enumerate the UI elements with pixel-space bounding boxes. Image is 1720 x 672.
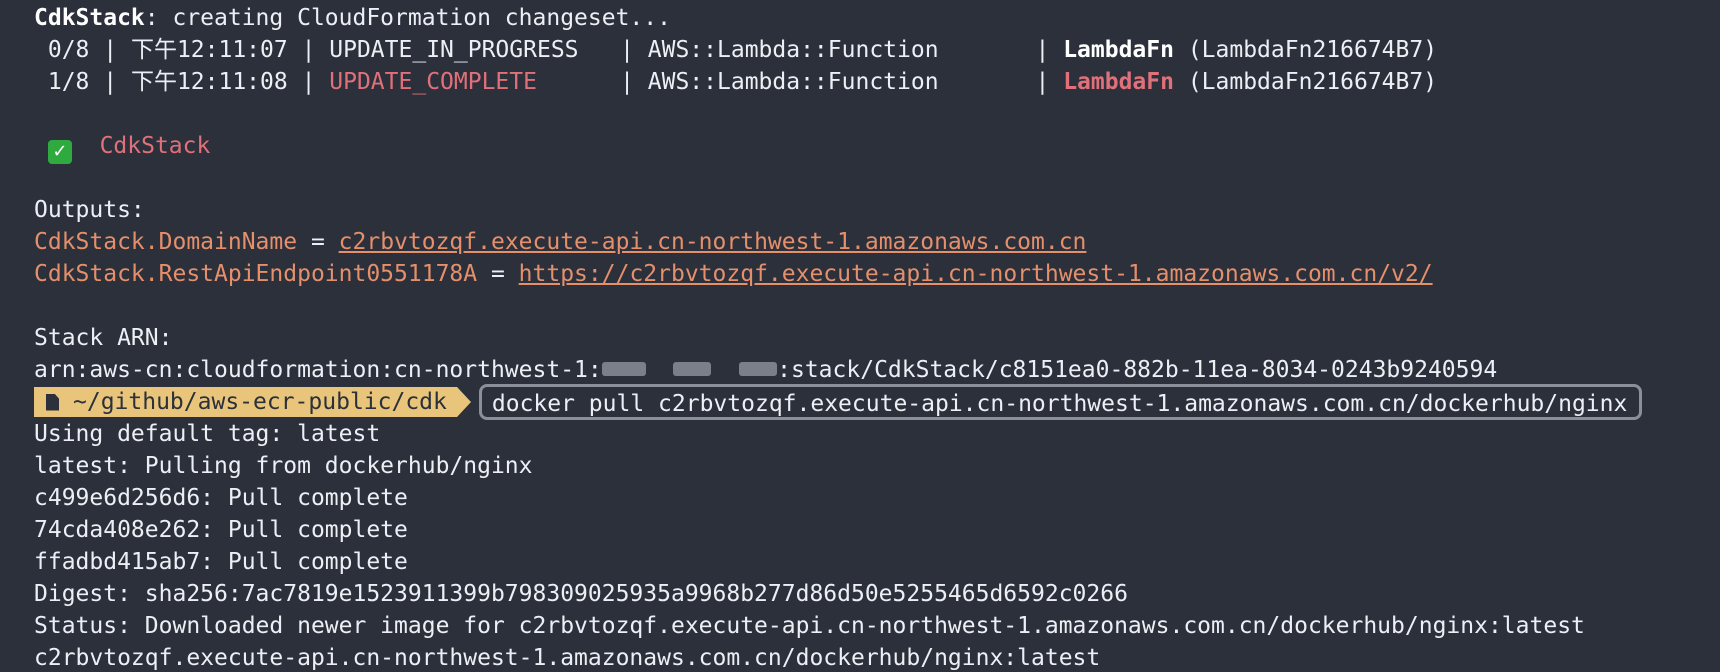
event-status: UPDATE_COMPLETE bbox=[329, 69, 607, 95]
redacted-account-id bbox=[601, 362, 646, 376]
output-row: CdkStack.DomainName = c2rbvtozqf.execute… bbox=[34, 226, 1720, 258]
output-equals: = bbox=[477, 261, 519, 287]
event-logical-id: LambdaFn bbox=[1063, 69, 1174, 95]
prompt-arrow-icon bbox=[456, 387, 471, 417]
docker-output-line: Status: Downloaded newer image for c2rbv… bbox=[34, 613, 1585, 639]
redacted-account-id bbox=[739, 362, 778, 376]
event-time: 下午12:11:07 bbox=[130, 37, 288, 63]
output-row: CdkStack.RestApiEndpoint0551178A = https… bbox=[34, 258, 1720, 290]
output-key: .DomainName bbox=[144, 229, 298, 255]
event-resource-type: AWS::Lambda::Function bbox=[647, 69, 1022, 95]
output-equals: = bbox=[297, 229, 339, 255]
event-time: 下午12:11:08 bbox=[130, 69, 288, 95]
deploy-result-line: ✓ CdkStack bbox=[34, 130, 1720, 164]
file-icon bbox=[46, 393, 59, 411]
arn-suffix: :stack/CdkStack/c8151ea0-882b-11ea-8034-… bbox=[777, 357, 1498, 383]
event-progress: 0/8 bbox=[34, 37, 90, 63]
shell-prompt: ~/github/aws-ecr-public/cdk docker pull … bbox=[34, 384, 1720, 420]
event-logical-id: LambdaFn bbox=[1063, 37, 1174, 63]
deployed-stack-name: CdkStack bbox=[99, 133, 211, 159]
event-row: 0/8 | 下午12:11:07 | UPDATE_IN_PROGRESS | … bbox=[34, 37, 1438, 63]
changeset-status-line: CdkStack: creating CloudFormation change… bbox=[34, 2, 1720, 34]
output-key: .RestApiEndpoint0551178A bbox=[144, 261, 478, 287]
output-stack: CdkStack bbox=[34, 261, 145, 287]
arn-line: arn:aws-cn:cloudformation:cn-northwest-1… bbox=[34, 354, 1720, 386]
event-physical-id: (LambdaFn216674B7) bbox=[1173, 69, 1438, 95]
event-progress: 1/8 bbox=[34, 69, 90, 95]
docker-output-line: latest: Pulling from dockerhub/nginx bbox=[34, 453, 533, 479]
command-input[interactable]: docker pull c2rbvtozqf.execute-api.cn-no… bbox=[478, 384, 1643, 420]
output-endpoint-link[interactable]: https://c2rbvtozqf.execute-api.cn-northw… bbox=[519, 261, 1433, 287]
check-mark-icon: ✓ bbox=[47, 140, 72, 164]
docker-output-line: 74cda408e262: Pull complete bbox=[34, 517, 408, 543]
event-physical-id: (LambdaFn216674B7) bbox=[1173, 37, 1438, 63]
docker-output-line: Using default tag: latest bbox=[34, 421, 381, 447]
event-status: UPDATE_IN_PROGRESS bbox=[329, 37, 607, 63]
stack-name: CdkStack bbox=[34, 5, 145, 31]
event-row: 1/8 | 下午12:11:08 | UPDATE_COMPLETE | AWS… bbox=[34, 69, 1438, 95]
changeset-status-text: : creating CloudFormation changeset... bbox=[144, 5, 671, 31]
docker-output-line: c499e6d256d6: Pull complete bbox=[34, 485, 408, 511]
redacted-account-id bbox=[673, 362, 712, 376]
event-resource-type: AWS::Lambda::Function bbox=[647, 37, 1022, 63]
docker-output-line: c2rbvtozqf.execute-api.cn-northwest-1.am… bbox=[34, 645, 1101, 671]
terminal-window[interactable]: CdkStack: creating CloudFormation change… bbox=[0, 0, 1720, 672]
output-stack: CdkStack bbox=[34, 229, 145, 255]
prompt-path: ~/github/aws-ecr-public/cdk bbox=[73, 389, 447, 415]
arn-prefix: arn:aws-cn:cloudformation:cn-northwest-1… bbox=[34, 357, 602, 383]
docker-output-line: Digest: sha256:7ac7819e1523911399b798309… bbox=[34, 581, 1128, 607]
outputs-heading: Outputs: bbox=[34, 197, 145, 223]
docker-output-line: ffadbd415ab7: Pull complete bbox=[34, 549, 408, 575]
prompt-path-segment: ~/github/aws-ecr-public/cdk bbox=[34, 387, 457, 417]
output-domain-link[interactable]: c2rbvtozqf.execute-api.cn-northwest-1.am… bbox=[339, 229, 1087, 255]
arn-heading: Stack ARN: bbox=[34, 325, 173, 351]
